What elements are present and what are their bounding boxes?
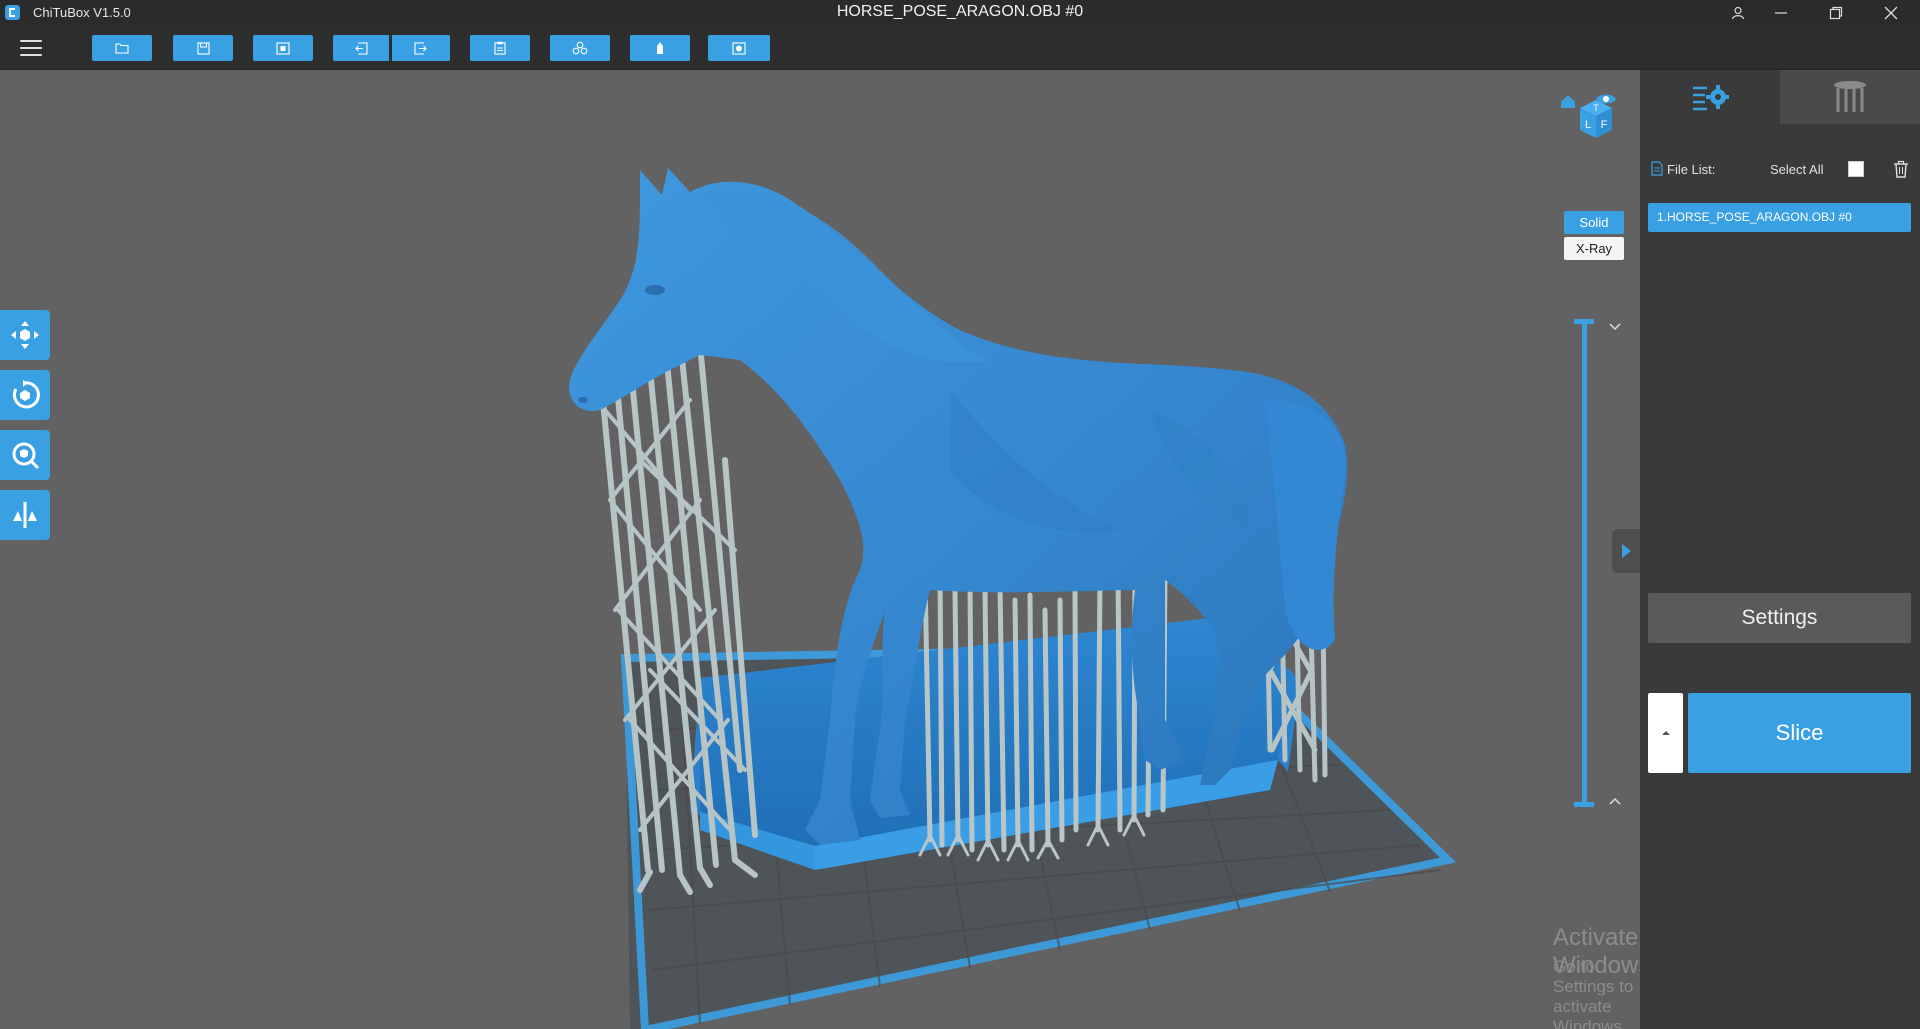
layout-button[interactable] xyxy=(708,35,770,61)
support-button[interactable] xyxy=(630,35,690,61)
toolbar xyxy=(0,26,1920,70)
restore-button[interactable] xyxy=(1811,0,1861,26)
render-mode-group: Solid X-Ray xyxy=(1564,211,1624,263)
settings-button[interactable]: Settings xyxy=(1648,593,1911,643)
account-icon xyxy=(1731,6,1745,20)
open-file-button[interactable] xyxy=(92,35,152,61)
caret-up-icon xyxy=(1661,731,1670,735)
clipboard-button[interactable] xyxy=(470,35,530,61)
save-icon xyxy=(196,41,210,55)
minimize-button[interactable] xyxy=(1756,0,1806,26)
panel-collapse-tab[interactable] xyxy=(1612,529,1640,573)
redo-icon xyxy=(414,41,427,55)
scale-icon xyxy=(12,442,40,470)
close-icon xyxy=(1884,6,1898,20)
view-cube[interactable]: T L F xyxy=(1558,88,1618,150)
mirror-icon xyxy=(13,502,37,528)
clipboard-icon xyxy=(494,41,506,55)
move-icon xyxy=(11,321,39,349)
screenshot-icon xyxy=(276,41,290,55)
file-list-label: File List: xyxy=(1667,162,1716,177)
open-file-icon xyxy=(115,43,129,54)
layout-icon xyxy=(732,41,746,55)
select-all-label: Select All xyxy=(1770,162,1824,177)
restore-icon xyxy=(1829,6,1843,20)
slice-button[interactable]: Slice xyxy=(1688,693,1911,773)
select-all-checkbox[interactable] xyxy=(1848,161,1864,177)
scale-tool-button[interactable] xyxy=(0,430,50,480)
trash-icon[interactable] xyxy=(1893,160,1909,178)
arrange-button[interactable] xyxy=(550,35,610,61)
cube-left-label: L xyxy=(1585,119,1591,131)
supports-icon xyxy=(1834,81,1866,112)
mirror-tool-button[interactable] xyxy=(0,490,50,540)
rotate-icon xyxy=(12,380,40,409)
arrange-icon xyxy=(572,41,588,55)
cube-front-label: F xyxy=(1601,119,1608,131)
tab-supports[interactable] xyxy=(1780,70,1920,124)
xray-mode-button[interactable]: X-Ray xyxy=(1564,237,1624,260)
save-button[interactable] xyxy=(173,35,233,61)
tab-model-settings[interactable] xyxy=(1640,70,1780,124)
solid-mode-button[interactable]: Solid xyxy=(1564,211,1624,234)
move-tool-button[interactable] xyxy=(0,310,50,360)
file-list-header: File List: Select All xyxy=(1650,160,1920,180)
hamburger-line xyxy=(20,47,42,49)
cube-top-label: T xyxy=(1593,103,1599,113)
undo-button[interactable] xyxy=(333,35,389,61)
undo-icon xyxy=(355,41,368,55)
home-icon[interactable] xyxy=(1561,95,1575,108)
layer-up-chevron-icon[interactable] xyxy=(1608,796,1622,806)
right-panel: File List: Select All 1.HORSE_POSE_ARAGO… xyxy=(1640,70,1920,1029)
play-right-icon xyxy=(1622,544,1631,558)
screenshot-button[interactable] xyxy=(253,35,313,61)
activate-windows-subtitle: Go to Settings to activate Windows. xyxy=(1553,957,1634,1029)
close-button[interactable] xyxy=(1866,0,1916,26)
layer-slider-bottom-handle[interactable] xyxy=(1574,802,1594,807)
hamburger-icon xyxy=(20,40,42,42)
model-scene[interactable] xyxy=(0,70,1640,1029)
3d-viewport[interactable]: T L F Solid X-Ray Activate Windows Go to… xyxy=(0,70,1640,1029)
redo-button[interactable] xyxy=(392,35,450,61)
support-icon xyxy=(657,42,663,54)
layer-slider-track[interactable] xyxy=(1582,321,1587,804)
model-settings-icon xyxy=(1693,85,1729,111)
file-icon xyxy=(1651,161,1663,176)
layer-down-chevron-icon[interactable] xyxy=(1608,322,1622,332)
hamburger-line xyxy=(20,54,42,56)
title-bar: ChiTuBox V1.5.0 HORSE_POSE_ARAGON.OBJ #0 xyxy=(0,0,1920,26)
minimize-icon xyxy=(1775,12,1787,14)
rotate-tool-button[interactable] xyxy=(0,370,50,420)
slice-options-button[interactable] xyxy=(1648,693,1683,773)
menu-button[interactable] xyxy=(20,35,48,61)
document-title: HORSE_POSE_ARAGON.OBJ #0 xyxy=(836,3,1084,20)
file-list-item[interactable]: 1.HORSE_POSE_ARAGON.OBJ #0 xyxy=(1648,203,1911,232)
